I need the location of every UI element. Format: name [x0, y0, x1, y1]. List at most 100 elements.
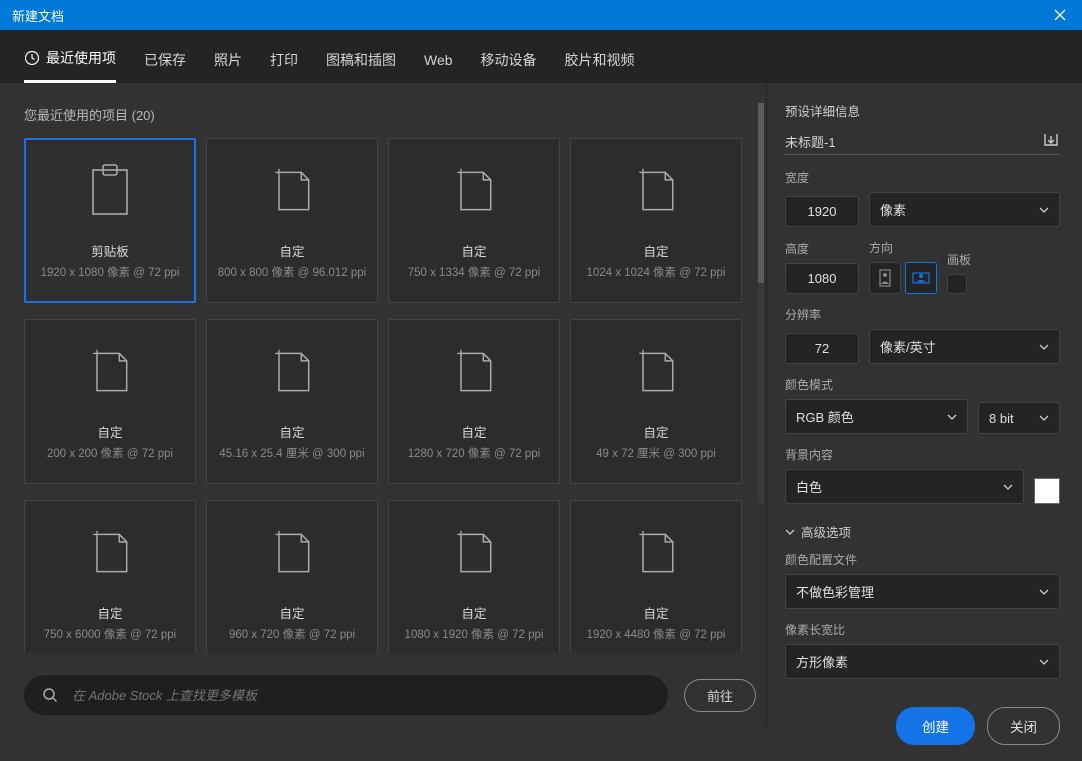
window-title: 新建文档: [12, 6, 64, 25]
preset-title: 自定: [643, 241, 668, 260]
tab-saved[interactable]: 已保存: [144, 48, 186, 83]
height-input[interactable]: [785, 263, 859, 294]
preset-card[interactable]: 自定750 x 1334 像素 @ 72 ppi: [388, 138, 560, 303]
preset-card[interactable]: 自定200 x 200 像素 @ 72 ppi: [24, 319, 196, 484]
preset-dimensions: 200 x 200 像素 @ 72 ppi: [47, 445, 173, 461]
bitdepth-select[interactable]: 8 bit: [978, 402, 1060, 434]
orientation-label: 方向: [869, 239, 937, 256]
tab-label: 移动设备: [481, 50, 537, 70]
resolution-input[interactable]: [785, 333, 859, 364]
tab-label: 最近使用项: [46, 48, 116, 68]
chevron-down-icon: [1039, 659, 1049, 665]
document-icon: [448, 161, 500, 221]
document-icon: [84, 342, 136, 402]
landscape-icon: [912, 271, 930, 285]
document-name-input[interactable]: [785, 134, 1034, 149]
create-button[interactable]: 创建: [896, 707, 975, 745]
chevron-down-icon: [1039, 415, 1049, 421]
recent-subtitle: 您最近使用的项目 (20): [24, 105, 756, 124]
orientation-portrait-button[interactable]: [869, 262, 901, 294]
portrait-icon: [878, 269, 892, 287]
artboard-checkbox[interactable]: [947, 274, 967, 294]
tab-mobile[interactable]: 移动设备: [481, 48, 537, 83]
tab-web[interactable]: Web: [424, 48, 453, 83]
preset-card[interactable]: 自定45.16 x 25.4 厘米 @ 300 ppi: [206, 319, 378, 484]
pixel-ratio-select[interactable]: 方形像素: [785, 644, 1060, 679]
preset-title: 自定: [461, 603, 486, 622]
artboard-label: 画板: [947, 251, 971, 268]
preset-title: 自定: [461, 422, 486, 441]
tab-photo[interactable]: 照片: [214, 48, 242, 83]
close-button[interactable]: 关闭: [987, 707, 1060, 745]
scrollbar-thumb[interactable]: [758, 103, 764, 283]
select-value: 不做色彩管理: [796, 582, 874, 601]
document-icon: [84, 523, 136, 583]
category-tabs: 最近使用项 已保存 照片 打印 图稿和插图 Web 移动设备 胶片和视频: [0, 30, 1082, 83]
preset-dimensions: 960 x 720 像素 @ 72 ppi: [229, 626, 355, 642]
stock-search-input[interactable]: [72, 688, 650, 703]
document-icon: [266, 523, 318, 583]
tab-recent[interactable]: 最近使用项: [24, 48, 116, 83]
document-icon: [630, 161, 682, 221]
background-color-swatch[interactable]: [1034, 478, 1060, 504]
tab-art[interactable]: 图稿和插图: [326, 48, 396, 83]
pixel-ratio-label: 像素长宽比: [785, 621, 1060, 638]
document-icon: [448, 342, 500, 402]
preset-card[interactable]: 自定 750 x 6000 像素 @ 72 ppi: [24, 500, 196, 653]
select-value: RGB 颜色: [796, 407, 854, 426]
preset-dimensions: 800 x 800 像素 @ 96.012 ppi: [218, 264, 367, 280]
preset-dimensions: 49 x 72 厘米 @ 300 ppi: [596, 445, 716, 461]
height-label: 高度: [785, 240, 859, 257]
scrollbar[interactable]: [758, 103, 764, 503]
preset-title: 自定: [97, 603, 122, 622]
width-input[interactable]: [785, 196, 859, 227]
clipboard-icon: [84, 161, 136, 221]
preset-dimensions: 750 x 6000 像素 @ 72 ppi: [44, 626, 177, 642]
advanced-toggle[interactable]: 高级选项: [785, 522, 1060, 541]
select-value: 像素/英寸: [880, 337, 936, 356]
preset-dimensions: 1080 x 1920 像素 @ 72 ppi: [405, 626, 544, 642]
preset-dimensions: 1024 x 1024 像素 @ 72 ppi: [587, 264, 726, 280]
preset-dimensions: 1280 x 720 像素 @ 72 ppi: [408, 445, 541, 461]
preset-card[interactable]: 自定 1024 x 1024 像素 @ 72 ppi: [570, 138, 742, 303]
select-value: 8 bit: [989, 411, 1014, 426]
preset-dimensions: 45.16 x 25.4 厘米 @ 300 ppi: [219, 445, 364, 461]
preset-card[interactable]: 自定 49 x 72 厘米 @ 300 ppi: [570, 319, 742, 484]
preset-card[interactable]: 自定 1080 x 1920 像素 @ 72 ppi: [388, 500, 560, 653]
chevron-down-icon: [785, 529, 795, 535]
preset-title: 剪贴板: [91, 241, 129, 260]
document-icon: [266, 161, 318, 221]
go-button[interactable]: 前往: [684, 679, 756, 712]
tab-label: 照片: [214, 50, 242, 70]
advanced-label: 高级选项: [801, 522, 851, 541]
save-preset-icon[interactable]: [1042, 132, 1060, 150]
background-select[interactable]: 白色: [785, 469, 1024, 504]
colormode-label: 颜色模式: [785, 376, 1060, 393]
details-panel: 预设详细信息 宽度 像素 高度 方向: [766, 83, 1082, 725]
preset-card[interactable]: 自定 1280 x 720 像素 @ 72 ppi: [388, 319, 560, 484]
window-close-button[interactable]: [1037, 0, 1082, 30]
preset-card[interactable]: 自定960 x 720 像素 @ 72 ppi: [206, 500, 378, 653]
resolution-unit-select[interactable]: 像素/英寸: [869, 329, 1060, 364]
color-profile-select[interactable]: 不做色彩管理: [785, 574, 1060, 609]
close-icon: [1054, 9, 1066, 21]
tab-print[interactable]: 打印: [270, 48, 298, 83]
select-value: 方形像素: [796, 652, 848, 671]
preset-title: 自定: [643, 422, 668, 441]
stock-search-box[interactable]: [24, 675, 668, 715]
clock-icon: [24, 50, 40, 66]
chevron-down-icon: [947, 414, 957, 420]
orientation-landscape-button[interactable]: [905, 262, 937, 294]
preset-dimensions: 1920 x 1080 像素 @ 72 ppi: [41, 264, 180, 280]
tab-label: 图稿和插图: [326, 50, 396, 70]
preset-card[interactable]: 自定800 x 800 像素 @ 96.012 ppi: [206, 138, 378, 303]
preset-card[interactable]: 自定1920 x 4480 像素 @ 72 ppi: [570, 500, 742, 653]
tab-film[interactable]: 胶片和视频: [565, 48, 635, 83]
preset-card[interactable]: 剪贴板 1920 x 1080 像素 @ 72 ppi: [24, 138, 196, 303]
colormode-select[interactable]: RGB 颜色: [785, 399, 968, 434]
width-label: 宽度: [785, 169, 1060, 186]
tab-label: 胶片和视频: [565, 50, 635, 70]
select-value: 白色: [796, 477, 822, 496]
width-unit-select[interactable]: 像素: [869, 192, 1060, 227]
presets-panel: 您最近使用的项目 (20) 剪贴板 1920 x 1080 像素 @ 72 ppi…: [0, 83, 766, 725]
